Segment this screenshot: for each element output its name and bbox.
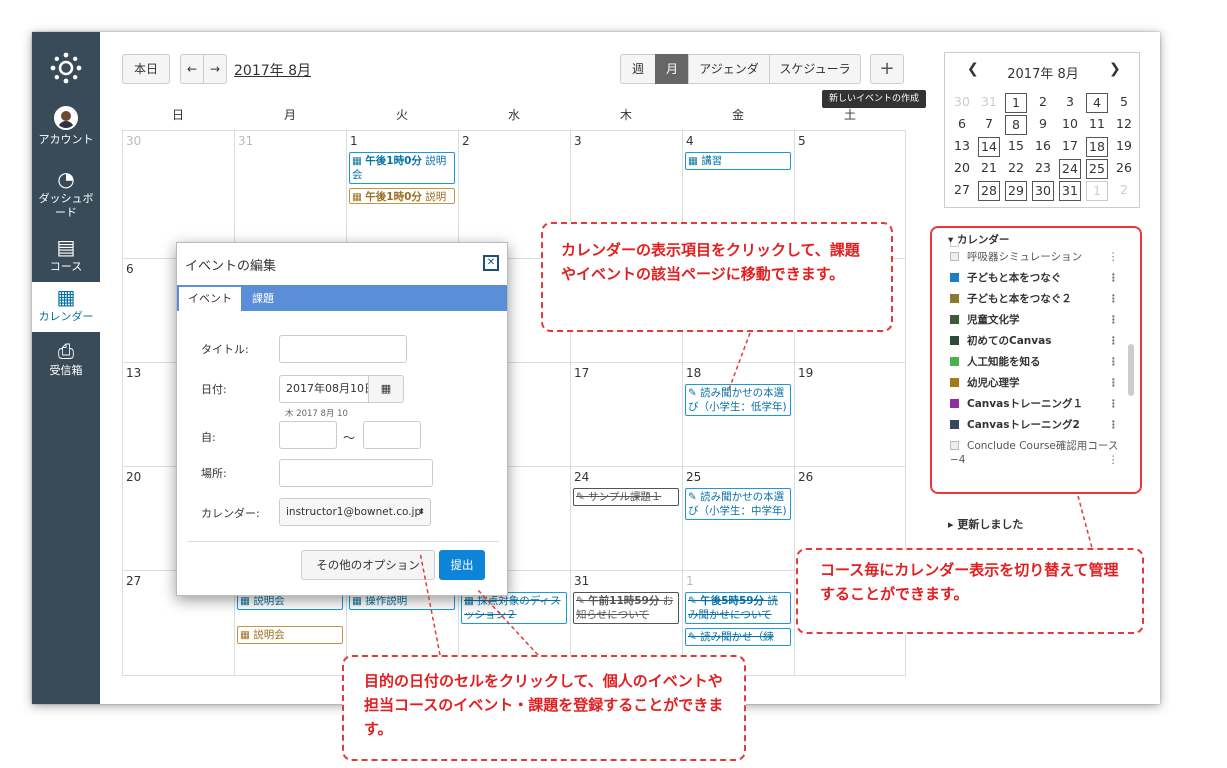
callout-course-toggle: コース毎にカレンダー表示を切り替えて管理することができます。 — [796, 548, 1144, 634]
connector-lines — [419, 332, 1093, 656]
callout-date-cell: 目的の日付のセルをクリックして、個人のイベントや担当コースのイベント・課題を登録… — [342, 655, 746, 761]
callout-calendar-items: カレンダーの表示項目をクリックして、課題やイベントの該当ページに移動できます。 — [541, 222, 893, 332]
